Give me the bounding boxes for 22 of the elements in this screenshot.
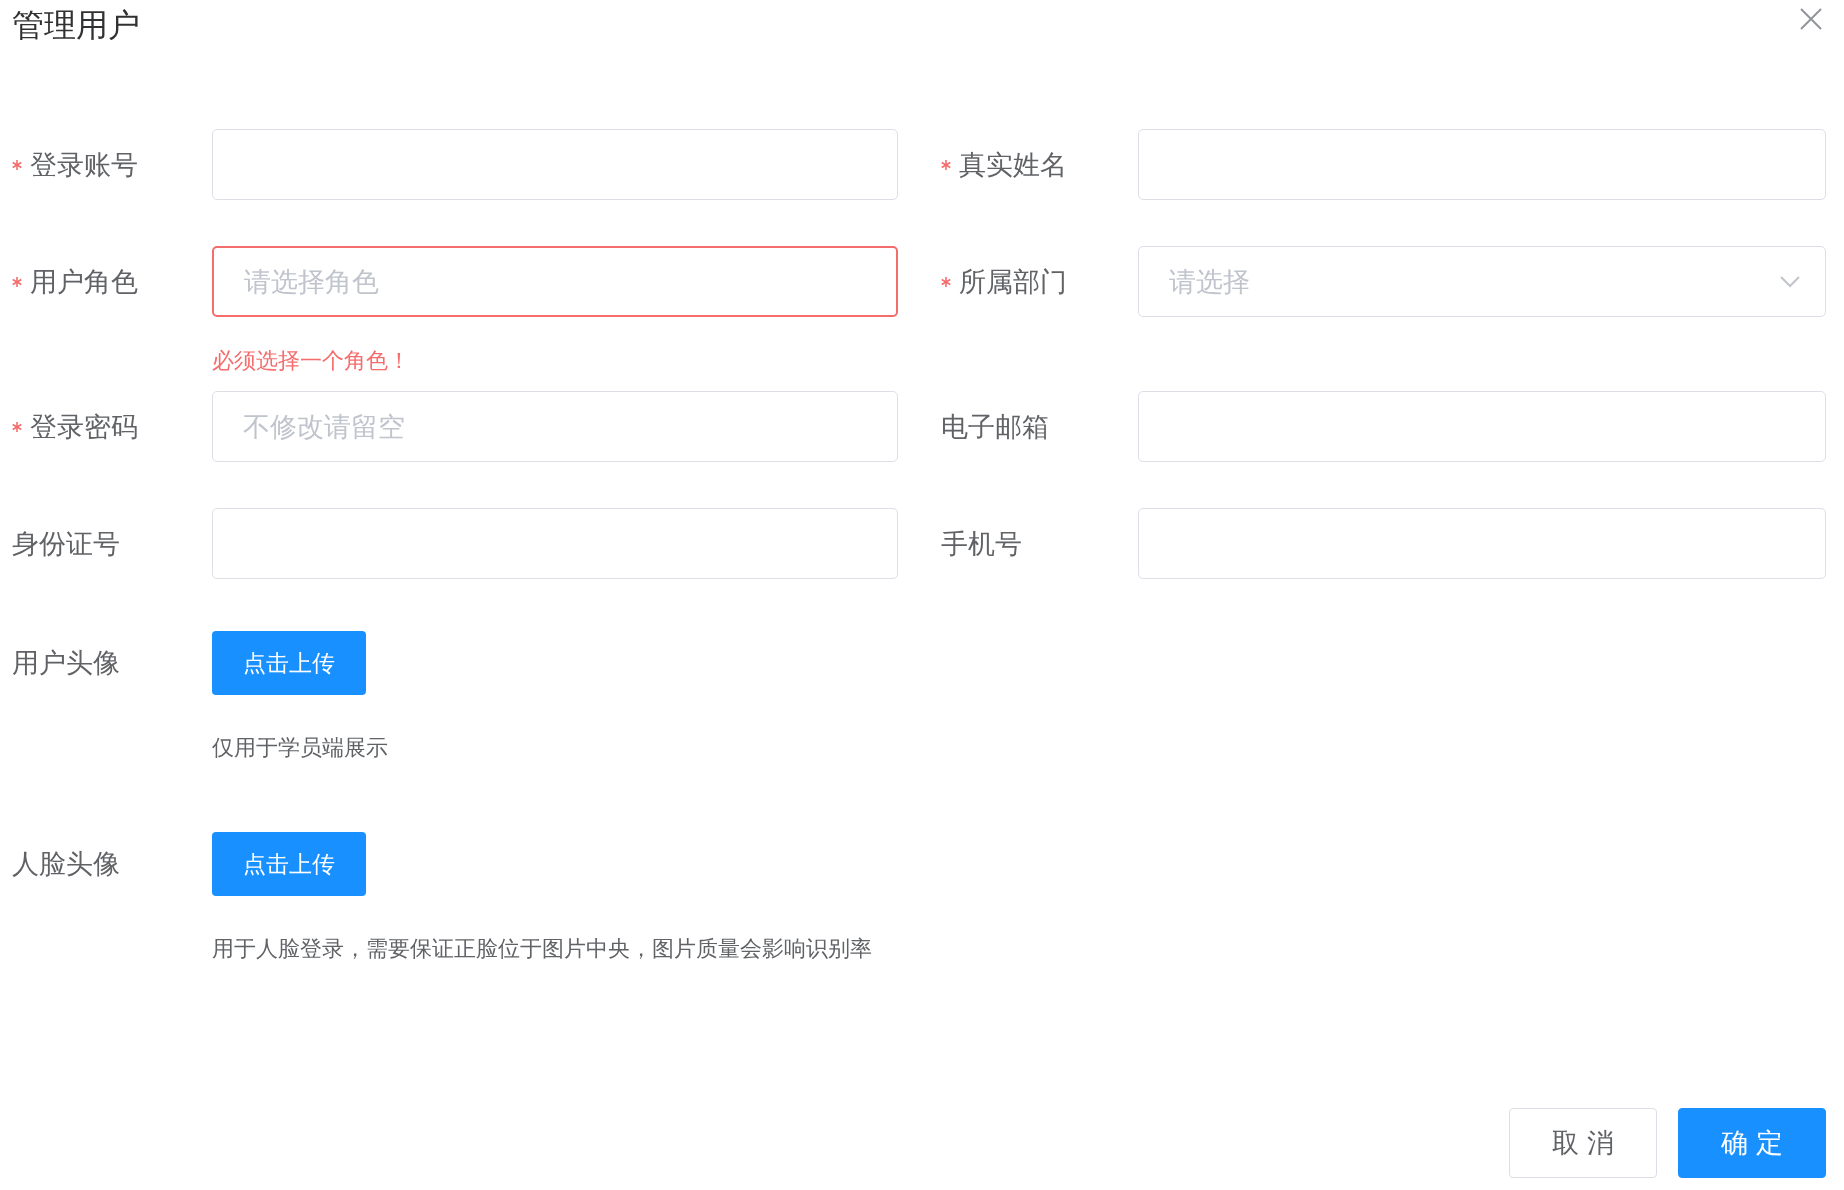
field-label: 所属部门 bbox=[959, 264, 1067, 299]
cancel-button[interactable]: 取 消 bbox=[1509, 1108, 1657, 1178]
error-message: 必须选择一个角色！ bbox=[211, 347, 411, 375]
field-label: 手机号 bbox=[941, 526, 1022, 561]
input-field[interactable]: 请选择角色 bbox=[212, 246, 898, 317]
field-label: 电子邮箱 bbox=[941, 409, 1049, 444]
confirm-button[interactable]: 确 定 bbox=[1678, 1108, 1826, 1178]
chevron-down-icon bbox=[1779, 274, 1801, 289]
field-label: 真实姓名 bbox=[959, 147, 1067, 182]
hint-text: 仅用于学员端展示 bbox=[212, 734, 389, 762]
field-label: 身份证号 bbox=[12, 526, 120, 561]
dialog-title: 管理用户 bbox=[12, 5, 140, 46]
field-label: 用户角色 bbox=[30, 264, 138, 299]
select-field[interactable]: 请选择 bbox=[1138, 246, 1826, 317]
field-label: 登录密码 bbox=[30, 409, 138, 444]
field-label: 用户头像 bbox=[12, 646, 121, 680]
upload-button[interactable]: 点击上传 bbox=[212, 832, 366, 896]
upload-button[interactable]: 点击上传 bbox=[212, 631, 366, 695]
hint-text: 用于人脸登录，需要保证正脸位于图片中央，图片质量会影响识别率 bbox=[212, 935, 873, 963]
field-label: 登录账号 bbox=[30, 147, 138, 182]
field-label: 人脸头像 bbox=[12, 847, 121, 881]
close-icon[interactable] bbox=[1800, 8, 1822, 30]
